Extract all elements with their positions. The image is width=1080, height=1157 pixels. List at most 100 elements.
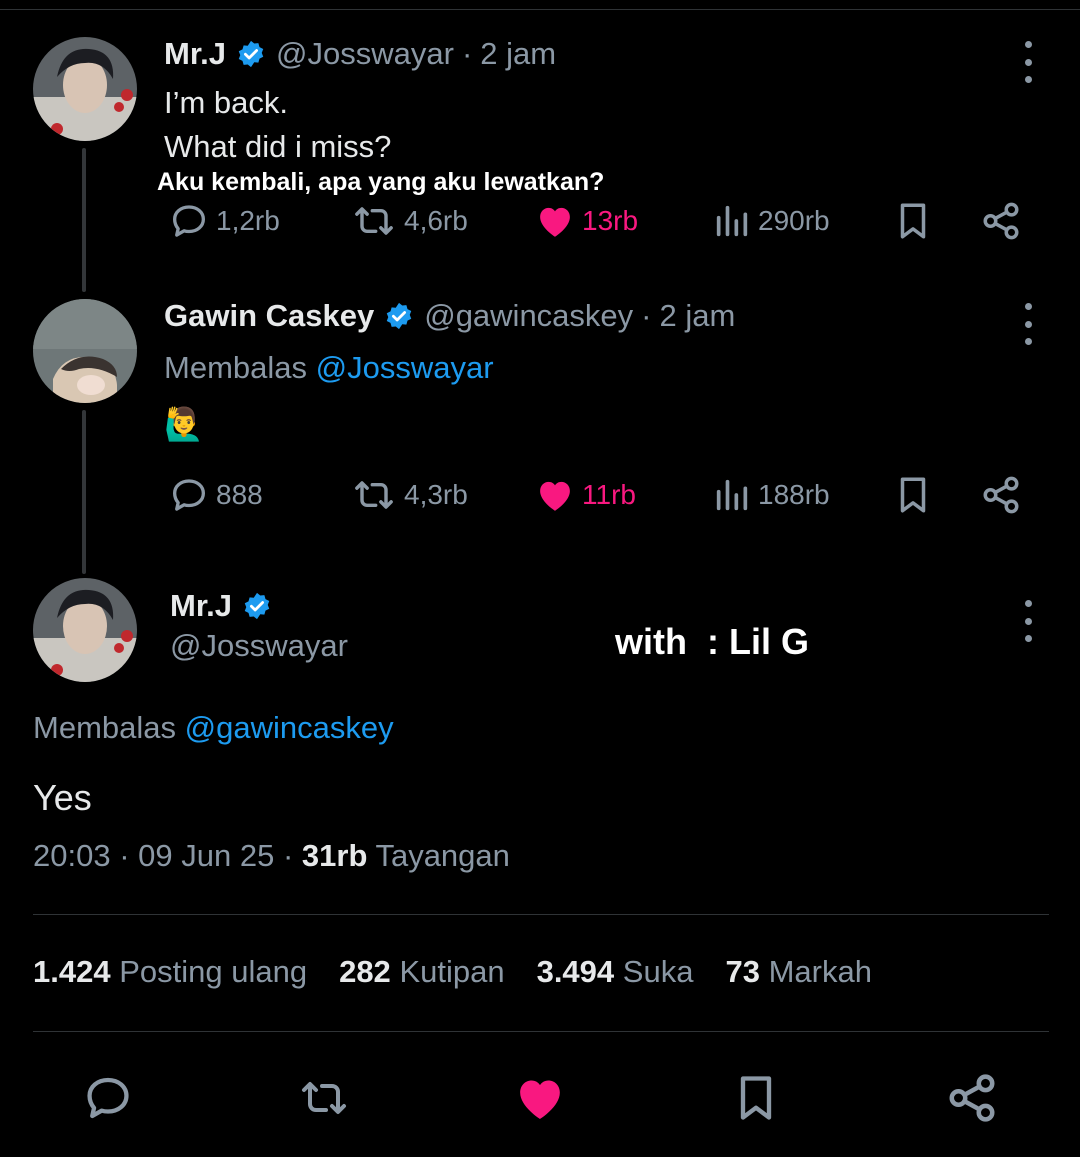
overlay-caption: Aku kembali, apa yang aku lewatkan?: [157, 168, 605, 196]
repost-icon: [355, 207, 393, 235]
stat-label: Kutipan: [399, 954, 505, 989]
stat-reposts[interactable]: 1.424 Posting ulang: [33, 954, 307, 990]
engagement-stats: 1.424 Posting ulang 282 Kutipan 3.494 Su…: [33, 954, 904, 990]
main-tweet-text: Yes: [33, 777, 92, 818]
main-author: Mr.J: [170, 588, 282, 624]
replying-mention-link[interactable]: @Josswayar: [316, 350, 494, 385]
like-icon: [540, 207, 570, 237]
share-icon: [983, 202, 1019, 240]
reply-count: 1,2rb: [216, 205, 280, 236]
separator-dot: ·: [119, 838, 130, 873]
repost-button[interactable]: 4,6rb: [350, 196, 468, 246]
like-count: 13rb: [582, 205, 639, 236]
stat-value: 3.494: [536, 954, 615, 989]
overlay-caption: with : Lil G: [615, 621, 809, 662]
post-time[interactable]: 20:03: [33, 838, 111, 873]
avatar-gawin[interactable]: [33, 299, 137, 403]
stat-likes[interactable]: 3.494 Suka: [537, 954, 694, 990]
reply-icon: [172, 479, 206, 511]
bookmark-icon: [900, 477, 926, 513]
main-handle-row: @Josswayar: [170, 628, 348, 664]
like-button[interactable]: 11rb: [534, 470, 636, 520]
stat-bookmarks[interactable]: 73 Markah: [725, 954, 871, 990]
divider: [33, 1031, 1049, 1032]
repost-button[interactable]: [296, 1070, 352, 1126]
post-date[interactable]: 09 Jun 25: [138, 838, 274, 873]
replying-mention-link[interactable]: @gawincaskey: [185, 710, 394, 745]
author-handle[interactable]: @Josswayar: [276, 36, 454, 72]
view-count: 188rb: [758, 479, 830, 510]
verified-badge-icon: [384, 301, 414, 331]
separator-dot: ·: [461, 36, 473, 71]
repost-button[interactable]: 4,3rb: [350, 470, 468, 520]
stat-label: Posting ulang: [119, 954, 308, 989]
stat-value: 282: [339, 954, 391, 989]
share-button[interactable]: [980, 470, 1022, 520]
post-meta: 20:03 · 09 Jun 25 · 31rb Tayangan: [33, 838, 510, 874]
share-button[interactable]: [980, 196, 1022, 246]
tweet-text-line: What did i miss?: [164, 129, 392, 164]
like-count: 11rb: [582, 479, 636, 510]
reply-button[interactable]: [80, 1070, 136, 1126]
reply-button[interactable]: 888: [168, 470, 263, 520]
more-options-icon[interactable]: [1018, 600, 1038, 642]
avatar-mrj[interactable]: [33, 37, 137, 141]
stat-value: 73: [725, 954, 760, 989]
views-button[interactable]: 188rb: [712, 470, 830, 520]
like-button[interactable]: [512, 1070, 568, 1126]
tweet-header: Gawin Caskey @gawincaskey · 2 jam: [164, 298, 735, 334]
reply-icon: [87, 1077, 129, 1119]
avatar-mrj[interactable]: [33, 578, 137, 682]
views-label: Tayangan: [375, 838, 510, 873]
views-icon: [716, 479, 748, 511]
repost-count: 4,3rb: [404, 479, 468, 510]
bookmark-icon: [900, 203, 926, 239]
verified-badge-icon: [242, 591, 272, 621]
stat-value: 1.424: [33, 954, 111, 989]
repost-icon: [302, 1082, 346, 1114]
stat-label: Suka: [622, 954, 694, 989]
repost-icon: [355, 481, 393, 509]
reply-button[interactable]: 1,2rb: [168, 196, 280, 246]
like-icon: [520, 1080, 560, 1119]
bookmark-button[interactable]: [892, 470, 934, 520]
post-time[interactable]: 2 jam: [480, 36, 556, 72]
tweet-actions: 1,2rb 4,6rb 13rb 290rb: [0, 196, 1080, 246]
share-icon: [983, 476, 1019, 514]
reply-icon: [172, 205, 206, 237]
reply-count: 888: [216, 479, 263, 510]
view-count: 31rb: [301, 838, 368, 873]
bookmark-button[interactable]: [892, 196, 934, 246]
more-options-icon[interactable]: [1018, 303, 1038, 345]
tweet-emoji: 🙋‍♂️: [164, 406, 204, 442]
tweet-text-line: I’m back.: [164, 85, 289, 120]
main-actions-bar: [0, 1070, 1080, 1126]
post-time[interactable]: 2 jam: [660, 298, 736, 334]
tweet-header: Mr.J @Josswayar · 2 jam: [164, 36, 556, 72]
share-button[interactable]: [944, 1070, 1000, 1126]
author-name[interactable]: Mr.J: [164, 36, 226, 72]
views-icon: [716, 205, 748, 237]
author-handle[interactable]: @Josswayar: [170, 628, 348, 664]
separator-dot: ·: [282, 838, 294, 873]
tweet-actions: 888 4,3rb 11rb 188rb: [0, 470, 1080, 520]
replying-prefix: Membalas: [33, 710, 176, 745]
repost-count: 4,6rb: [404, 205, 468, 236]
stat-label: Markah: [768, 954, 872, 989]
author-handle[interactable]: @gawincaskey: [424, 298, 633, 334]
stat-quotes[interactable]: 282 Kutipan: [339, 954, 505, 990]
like-button[interactable]: 13rb: [534, 196, 638, 246]
verified-badge-icon: [236, 39, 266, 69]
replying-to: Membalas @gawincaskey: [33, 710, 394, 746]
more-options-icon[interactable]: [1018, 41, 1038, 83]
replying-prefix: Membalas: [164, 350, 307, 385]
divider: [33, 914, 1049, 915]
author-name[interactable]: Mr.J: [170, 588, 232, 624]
top-divider: [0, 9, 1080, 10]
views-button[interactable]: 290rb: [712, 196, 830, 246]
view-count: 290rb: [758, 205, 830, 236]
bookmark-button[interactable]: [728, 1070, 784, 1126]
bookmark-icon: [740, 1076, 772, 1120]
replying-to: Membalas @Josswayar: [164, 350, 494, 386]
author-name[interactable]: Gawin Caskey: [164, 298, 374, 334]
